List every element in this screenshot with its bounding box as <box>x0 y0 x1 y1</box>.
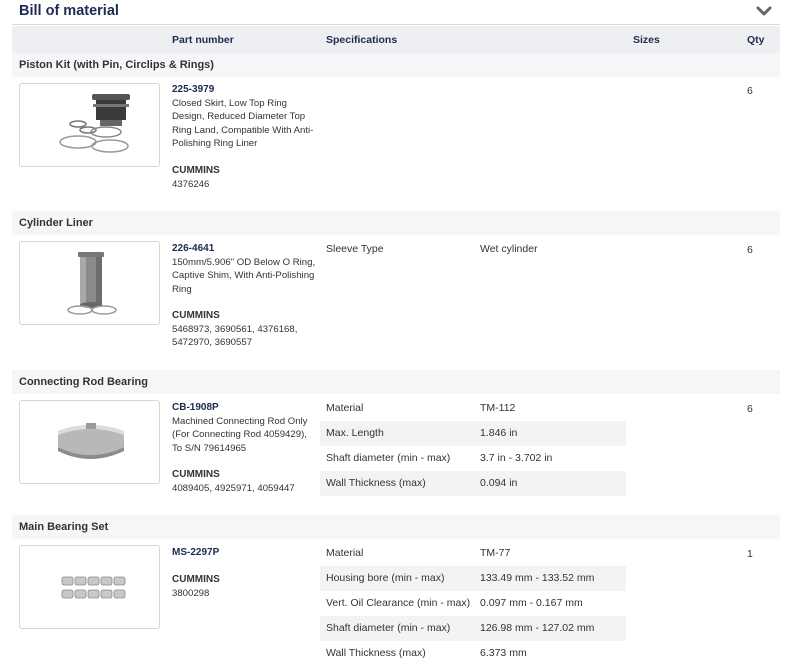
part-number[interactable]: 226-4641 <box>172 243 214 254</box>
group-title: Piston Kit (with Pin, Circlips & Rings) <box>19 59 214 71</box>
spec-value: 1.846 in <box>480 427 518 439</box>
part-number[interactable]: MS-2297P <box>172 547 219 558</box>
spec-value: TM-112 <box>480 402 516 414</box>
spec-row: Material TM-112 <box>320 396 626 421</box>
spec-value: 0.097 mm - 0.167 mm <box>480 597 583 609</box>
spec-label: Max. Length <box>326 427 384 439</box>
spec-value: 6.373 mm <box>480 647 527 659</box>
cylinder-liner-image[interactable] <box>19 241 160 325</box>
part-description: Closed Skirt, Low Top Ring Design, Reduc… <box>172 98 314 149</box>
spec-row: Wall Thickness (max) 0.094 in <box>320 471 626 496</box>
spec-row: Sleeve Type Wet cylinder <box>320 237 626 262</box>
column-header-row: Part number Specifications Sizes Qty <box>12 26 780 53</box>
spec-value: TM-77 <box>480 547 511 559</box>
oem-numbers: 4376246 <box>172 179 210 190</box>
spec-label: Material <box>326 402 364 414</box>
group-header-main-bearing-set: Main Bearing Set <box>12 515 780 539</box>
quantity: 1 <box>747 548 753 560</box>
part-description: Machined Connecting Rod Only (For Connec… <box>172 416 308 454</box>
spec-value: 133.49 mm - 133.52 mm <box>480 572 595 584</box>
spec-label: Material <box>326 547 364 559</box>
spec-value: 126.98 mm - 127.02 mm <box>480 622 595 634</box>
part-number[interactable]: CB-1908P <box>172 402 219 413</box>
bearing-set-illustration <box>61 576 126 599</box>
quantity: 6 <box>747 403 753 415</box>
group-title: Cylinder Liner <box>19 217 93 229</box>
spec-row: Material TM-77 <box>320 541 626 566</box>
chevron-down-icon[interactable] <box>756 4 772 18</box>
section-header: Bill of material <box>12 0 780 25</box>
bearing-shell-illustration <box>58 423 124 459</box>
spec-row: Vert. Oil Clearance (min - max) 0.097 mm… <box>320 591 626 616</box>
brand-name: CUMMINS <box>172 310 220 321</box>
cylinder-liner-illustration <box>67 252 117 315</box>
spec-label: Sleeve Type <box>326 243 384 255</box>
quantity: 6 <box>747 85 753 97</box>
connecting-rod-bearing-image[interactable] <box>19 400 160 484</box>
spec-value: 3.7 in - 3.702 in <box>480 452 553 464</box>
spec-row: Shaft diameter (min - max) 3.7 in - 3.70… <box>320 446 626 471</box>
spec-row: Wall Thickness (max) 6.373 mm <box>320 641 626 665</box>
column-specifications: Specifications <box>326 34 398 46</box>
spec-label: Vert. Oil Clearance (min - max) <box>326 597 471 609</box>
brand-name: CUMMINS <box>172 469 220 480</box>
section-title: Bill of material <box>19 3 119 19</box>
brand-name: CUMMINS <box>172 574 220 585</box>
column-part-number: Part number <box>172 34 234 46</box>
column-qty: Qty <box>747 34 765 46</box>
spec-row: Max. Length 1.846 in <box>320 421 626 446</box>
spec-label: Housing bore (min - max) <box>326 572 445 584</box>
part-description: 150mm/5.906" OD Below O Ring, Captive Sh… <box>172 257 316 295</box>
spec-row: Housing bore (min - max) 133.49 mm - 133… <box>320 566 626 591</box>
group-header-piston-kit: Piston Kit (with Pin, Circlips & Rings) <box>12 53 780 77</box>
main-bearing-set-image[interactable] <box>19 545 160 629</box>
brand-name: CUMMINS <box>172 165 220 176</box>
oem-numbers: 4089405, 4925971, 4059447 <box>172 483 295 494</box>
spec-value: 0.094 in <box>480 477 518 489</box>
quantity: 6 <box>747 244 753 256</box>
spec-label: Wall Thickness (max) <box>326 477 426 489</box>
oem-numbers: 3800298 <box>172 588 210 599</box>
column-sizes: Sizes <box>633 34 660 46</box>
group-title: Main Bearing Set <box>19 521 109 533</box>
group-header-connecting-rod-bearing: Connecting Rod Bearing <box>12 370 780 394</box>
piston-kit-illustration <box>59 94 130 153</box>
spec-label: Shaft diameter (min - max) <box>326 622 451 634</box>
group-title: Connecting Rod Bearing <box>19 376 148 388</box>
spec-label: Shaft diameter (min - max) <box>326 452 451 464</box>
spec-label: Wall Thickness (max) <box>326 647 426 659</box>
spec-value: Wet cylinder <box>480 243 538 255</box>
part-number[interactable]: 225-3979 <box>172 84 214 95</box>
piston-kit-image[interactable] <box>19 83 160 167</box>
spec-row: Shaft diameter (min - max) 126.98 mm - 1… <box>320 616 626 641</box>
group-header-cylinder-liner: Cylinder Liner <box>12 211 780 235</box>
oem-numbers: 5468973, 3690561, 4376168, 5472970, 3690… <box>172 324 298 349</box>
